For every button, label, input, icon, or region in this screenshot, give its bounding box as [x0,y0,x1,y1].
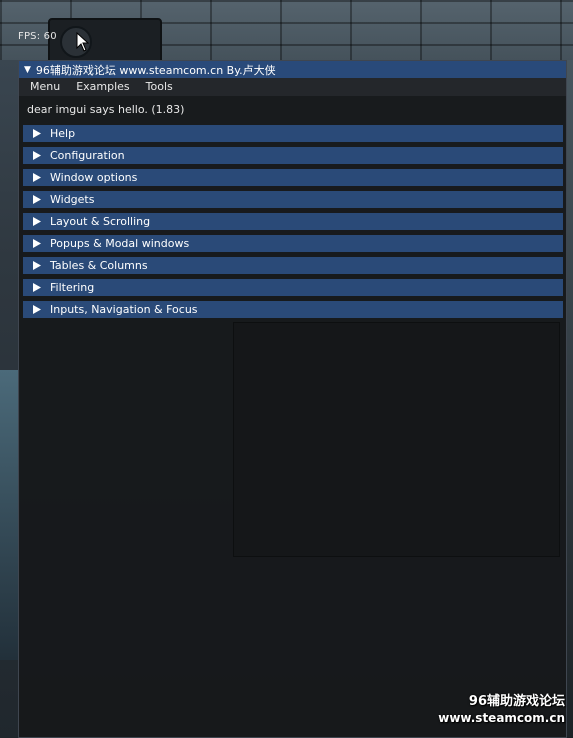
triangle-right-icon [32,217,41,226]
window-title-bar[interactable]: ▼ 96辅助游戏论坛 www.steamcom.cn By.卢大侠 [19,61,566,78]
header-label: Inputs, Navigation & Focus [50,303,198,316]
header-label: Popups & Modal windows [50,237,190,250]
background-left-panel [0,370,20,660]
header-tables-columns[interactable]: Tables & Columns [23,257,563,274]
fps-counter: FPS: 60 [18,31,57,42]
header-window-options[interactable]: Window options [23,169,563,186]
triangle-right-icon [32,173,41,182]
header-label: Widgets [50,193,95,206]
header-label: Window options [50,171,138,184]
menu-bar: Menu Examples Tools [19,78,566,96]
triangle-right-icon [32,129,41,138]
triangle-right-icon [32,305,41,314]
header-label: Tables & Columns [50,259,148,272]
menu-examples[interactable]: Examples [68,78,137,96]
header-filtering[interactable]: Filtering [23,279,563,296]
hello-text: dear imgui says hello. (1.83) [27,103,185,116]
header-label: Help [50,127,76,140]
menu-menu[interactable]: Menu [19,78,68,96]
header-configuration[interactable]: Configuration [23,147,563,164]
header-label: Layout & Scrolling [50,215,151,228]
header-help[interactable]: Help [23,125,563,142]
triangle-right-icon [32,283,41,292]
background-faded-panel [233,322,560,557]
window-title: 96辅助游戏论坛 www.steamcom.cn By.卢大侠 [35,63,276,77]
header-label: Configuration [50,149,125,162]
triangle-right-icon [32,151,41,160]
mouse-cursor-icon [76,32,90,52]
triangle-right-icon [32,261,41,270]
menu-tools[interactable]: Tools [138,78,181,96]
watermark: 96辅助游戏论坛 www.steamcom.cn [438,690,565,725]
header-label: Filtering [50,281,95,294]
header-inputs-navigation-focus[interactable]: Inputs, Navigation & Focus [23,301,563,318]
triangle-down-icon[interactable]: ▼ [24,65,31,75]
triangle-right-icon [32,195,41,204]
watermark-line1: 96辅助游戏论坛 [468,694,565,709]
triangle-right-icon [32,239,41,248]
header-popups-modal-windows[interactable]: Popups & Modal windows [23,235,563,252]
header-layout-scrolling[interactable]: Layout & Scrolling [23,213,563,230]
collapsing-headers: Help Configuration Window options Widget… [19,120,566,318]
watermark-line2: www.steamcom.cn [438,711,565,725]
header-widgets[interactable]: Widgets [23,191,563,208]
